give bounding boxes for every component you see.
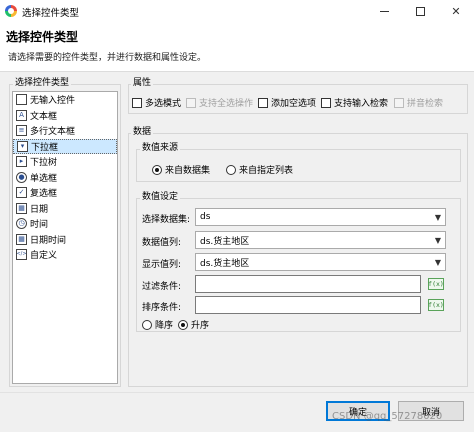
list-item[interactable]: ◷ 时间 (13, 216, 117, 232)
calendar-icon: ▦ (16, 202, 27, 214)
list-item[interactable]: ▦ 日期 (13, 201, 117, 217)
radio-dot (178, 319, 188, 330)
control-type-group-label: 选择控件类型 (13, 78, 72, 89)
pinyin-search-label: 拼音检索 (407, 99, 444, 109)
dialog-header: 选择控件类型 请选择需要的控件类型，并进行数据和属性设定。 (0, 22, 474, 72)
footer-divider (0, 392, 474, 393)
value-settings-group-label: 数值设定 (140, 192, 181, 203)
chevron-down-icon: ▼ (434, 257, 442, 267)
multi-select-label: 多选模式 (145, 99, 182, 109)
dataset-select[interactable]: ds ▼ (195, 208, 446, 226)
checkbox-box (132, 97, 142, 108)
maximize-icon (415, 6, 425, 16)
list-item-label: 无输入控件 (30, 96, 76, 107)
dropdown-tree-icon: ▸ (16, 156, 27, 168)
sort-condition-label: 排序条件: (142, 303, 182, 313)
page-title: 选择控件类型 (6, 30, 79, 44)
list-item[interactable]: </> 自定义 (13, 247, 117, 263)
list-item-label: 下拉框 (31, 142, 59, 153)
list-item[interactable]: ● 单选框 (13, 170, 117, 186)
chevron-down-icon: ▼ (434, 235, 442, 245)
from-dataset-label: 来自数据集 (165, 166, 211, 176)
pinyin-search-checkbox: 拼音检索 (394, 96, 443, 109)
value-column-select[interactable]: ds.货主地区 ▼ (195, 231, 446, 249)
list-item[interactable]: ✓ 复选框 (13, 185, 117, 201)
from-list-label: 来自指定列表 (239, 166, 294, 176)
add-empty-label: 添加空选项 (271, 99, 317, 109)
minimize-icon (379, 10, 389, 12)
checkbox-box (394, 97, 404, 108)
radio-dot (142, 319, 152, 330)
close-button[interactable]: ✕ (438, 0, 474, 22)
custom-code-icon: </> (16, 249, 27, 261)
list-item-label: 时间 (30, 220, 49, 231)
dataset-label: 选择数据集: (142, 215, 191, 225)
value-column-select-value: ds.货主地区 (200, 236, 250, 247)
radio-dot (226, 164, 236, 175)
filter-condition-label: 过滤条件: (142, 282, 182, 292)
from-list-radio[interactable]: 来自指定列表 (226, 163, 293, 176)
add-empty-checkbox[interactable]: 添加空选项 (258, 96, 316, 109)
filter-condition-input[interactable] (195, 275, 421, 293)
list-item[interactable]: A 文本框 (13, 108, 117, 124)
list-item[interactable]: ▾ 下拉框 (13, 138, 117, 154)
checkbox-box (321, 97, 331, 108)
display-column-select[interactable]: ds.货主地区 ▼ (195, 253, 446, 271)
clock-icon: ◷ (16, 218, 27, 230)
list-item-label: 自定义 (30, 251, 58, 262)
radio-dot (152, 164, 162, 175)
display-column-label: 显示值列: (142, 260, 182, 270)
list-item[interactable]: ▦ 日期时间 (13, 232, 117, 248)
sort-desc-label: 降序 (155, 321, 174, 331)
list-item-label: 文本框 (30, 111, 58, 122)
textbox-icon: A (16, 109, 27, 121)
list-item-label: 日期 (30, 204, 49, 215)
list-item-label: 单选框 (30, 173, 58, 184)
value-column-label: 数据值列: (142, 238, 182, 248)
list-item[interactable]: ▸ 下拉树 (13, 154, 117, 170)
select-all-checkbox: 支持全选操作 (186, 96, 253, 109)
list-item-label: 多行文本框 (30, 127, 76, 138)
sort-condition-input[interactable] (195, 296, 421, 314)
maximize-button[interactable] (402, 0, 438, 22)
title-bar: 选择控件类型 ✕ (0, 0, 474, 22)
datetime-icon: ▦ (16, 233, 27, 245)
checkbox-box (186, 97, 196, 108)
multi-select-checkbox[interactable]: 多选模式 (132, 96, 181, 109)
display-column-select-value: ds.货主地区 (200, 258, 250, 269)
checkbox-box (258, 97, 268, 108)
select-all-label: 支持全选操作 (199, 99, 254, 109)
empty-box-icon (16, 94, 27, 106)
window-title: 选择控件类型 (22, 8, 80, 19)
sort-formula-button[interactable]: f(x) (428, 299, 444, 311)
control-type-list[interactable]: 无输入控件 A 文本框 ≡ 多行文本框 ▾ 下拉框 ▸ 下拉树 ● 单选框 ✓ 复选框 ▦ 日期 ◷ 时间 ▦ 日期… (12, 91, 118, 384)
app-logo-icon (5, 5, 17, 17)
radio-icon: ● (16, 171, 27, 183)
checkbox-icon: ✓ (16, 187, 27, 199)
dataset-select-value: ds (200, 212, 211, 222)
sort-desc-radio[interactable]: 降序 (142, 318, 173, 331)
sort-asc-label: 升序 (191, 321, 210, 331)
input-search-label: 支持输入检索 (334, 99, 389, 109)
watermark: CSDN @qq_57278020 (332, 411, 443, 422)
from-dataset-radio[interactable]: 来自数据集 (152, 163, 210, 176)
list-item-label: 下拉树 (30, 158, 58, 169)
multiline-textbox-icon: ≡ (16, 125, 27, 137)
list-item[interactable]: ≡ 多行文本框 (13, 123, 117, 139)
close-icon: ✕ (451, 4, 461, 18)
filter-formula-button[interactable]: f(x) (428, 278, 444, 290)
page-subtitle: 请选择需要的控件类型，并进行数据和属性设定。 (8, 53, 207, 63)
chevron-down-icon: ▼ (434, 212, 442, 222)
value-source-group-label: 数值来源 (140, 143, 181, 154)
properties-group-label: 属性 (131, 78, 154, 89)
dropdown-icon: ▾ (17, 140, 28, 152)
list-item-label: 复选框 (30, 189, 58, 200)
minimize-button[interactable] (366, 0, 402, 22)
input-search-checkbox[interactable]: 支持输入检索 (321, 96, 388, 109)
list-item[interactable]: 无输入控件 (13, 92, 117, 108)
sort-asc-radio[interactable]: 升序 (178, 318, 209, 331)
list-item-label: 日期时间 (30, 235, 67, 246)
data-group-label: 数据 (131, 127, 154, 138)
